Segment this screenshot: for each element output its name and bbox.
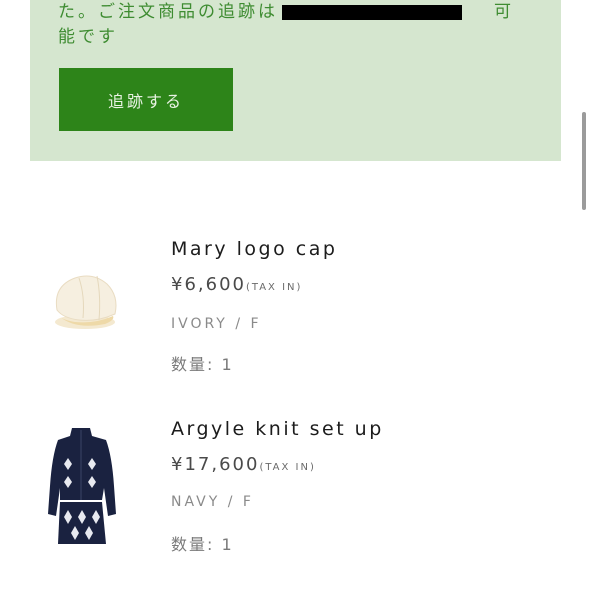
track-button[interactable]: 追跡する [59,68,233,131]
order-confirmation-page: た。ご注文商品の追跡は 可 能です 追跡する Mary logo cap ¥6,… [0,0,590,590]
tracking-notice-prefix: た。ご注文商品の追跡は [58,2,278,22]
tracking-notice-line1: た。ご注文商品の追跡は 可 [58,0,511,22]
item-name: Mary logo cap [171,238,338,260]
tracking-notice-line2: 能です [58,27,118,47]
tracking-notice-suffix: 可 [494,2,514,22]
item-variant: NAVY / F [171,494,254,510]
redacted-tracking-number [282,4,462,20]
cap-thumbnail [55,275,117,329]
item-tax-label: (TAX IN) [259,462,316,473]
scrollbar-thumb[interactable] [582,112,586,210]
knit-setup-thumbnail [48,428,116,544]
order-item: Mary logo cap ¥6,600(TAX IN) IVORY / F 数… [0,228,590,378]
item-price: ¥17,600(TAX IN) [171,454,316,475]
item-quantity: 数量: 1 [171,355,234,374]
item-tax-label: (TAX IN) [245,282,303,293]
item-price-value: ¥6,600 [171,274,246,295]
item-variant: IVORY / F [171,316,262,332]
order-item: Argyle knit set up ¥17,600(TAX IN) NAVY … [0,408,590,558]
item-price: ¥6,600(TAX IN) [171,274,302,295]
item-price-value: ¥17,600 [171,454,260,475]
item-quantity: 数量: 1 [171,535,234,554]
item-name: Argyle knit set up [171,418,384,440]
